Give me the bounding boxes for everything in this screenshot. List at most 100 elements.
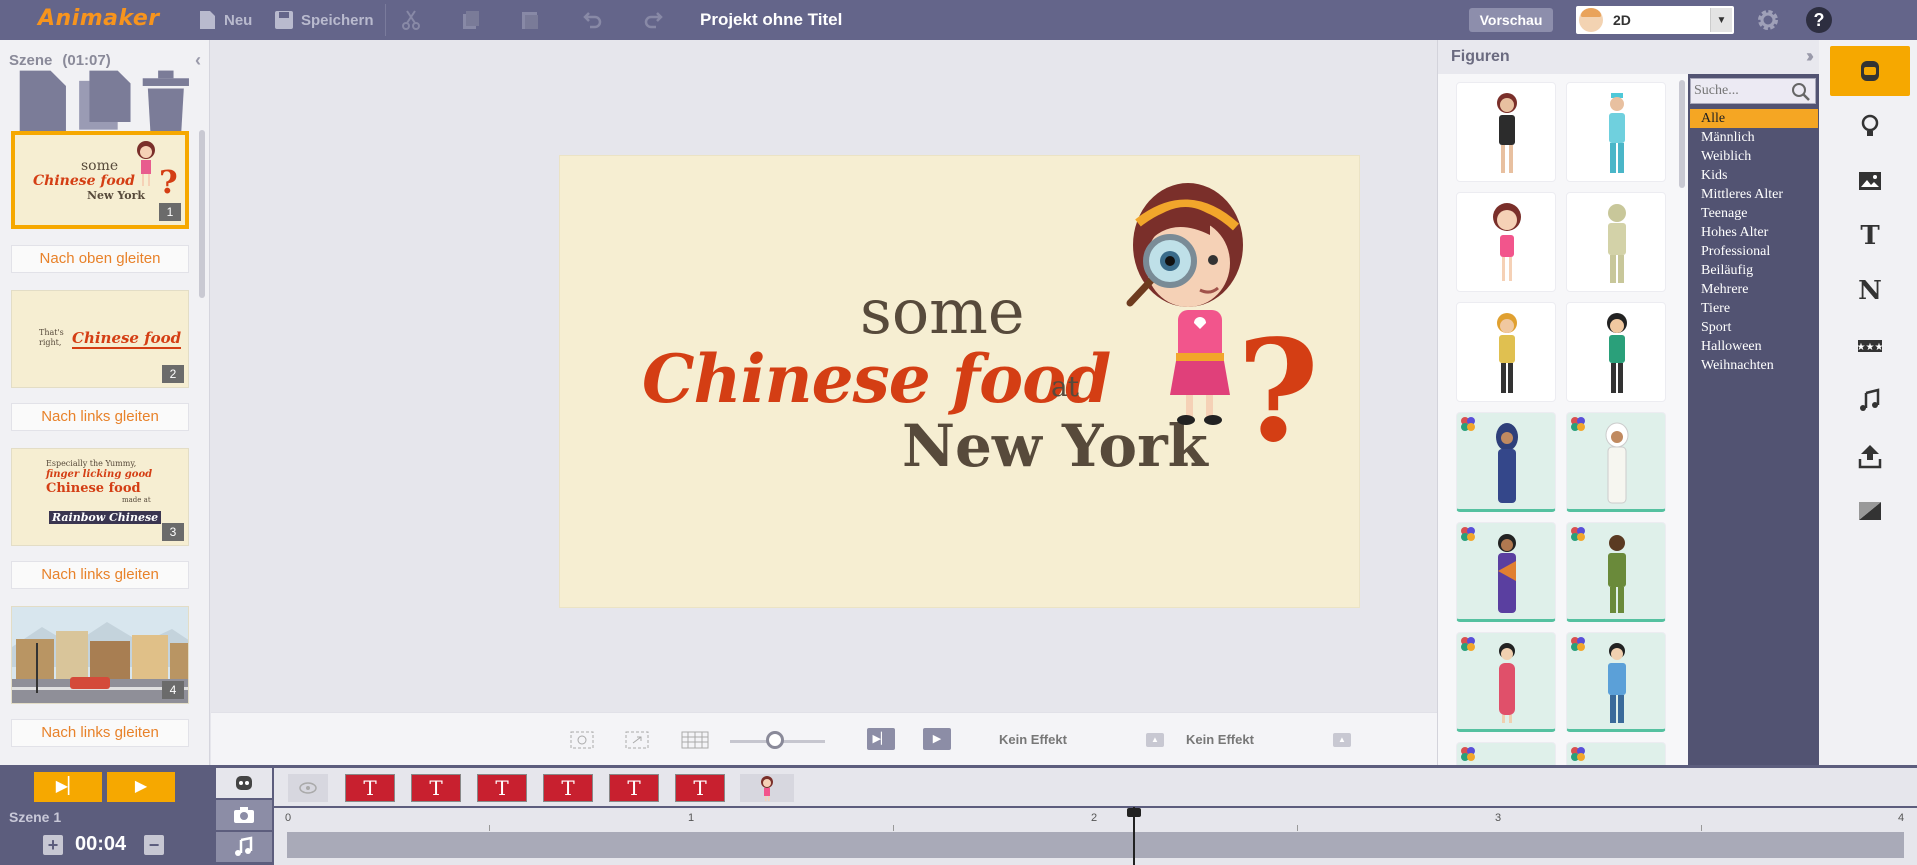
transition-button-3[interactable]: Nach links gleiten	[11, 561, 189, 589]
category-item-halloween[interactable]: Halloween	[1690, 337, 1818, 356]
tab-audio[interactable]	[216, 832, 272, 862]
detective-girl-character[interactable]	[1100, 175, 1250, 425]
tl-item-text[interactable]: T	[411, 774, 461, 802]
category-item-kids[interactable]: Kids	[1690, 166, 1818, 185]
tool-numbers[interactable]: N	[1830, 266, 1910, 316]
character-card[interactable]	[1456, 522, 1556, 622]
character-card[interactable]	[1566, 82, 1666, 182]
gear-icon[interactable]	[1755, 7, 1781, 33]
play-scene-from-start-button[interactable]: ▶▏	[34, 772, 102, 802]
scene-thumbnail-4[interactable]: 4	[11, 606, 189, 704]
character-card[interactable]	[1566, 522, 1666, 622]
zoom-slider-handle[interactable]	[766, 731, 784, 749]
cut-icon[interactable]	[400, 9, 422, 31]
category-item-beilaeufig[interactable]: Beiläufig	[1690, 261, 1818, 280]
category-item-weiblich[interactable]: Weiblich	[1690, 147, 1818, 166]
character-card[interactable]	[1456, 742, 1556, 765]
paste-icon[interactable]	[519, 9, 541, 31]
copy-icon[interactable]	[460, 9, 482, 31]
collapse-left-icon[interactable]: ‹	[195, 50, 201, 71]
project-title[interactable]: Projekt ohne Titel	[700, 10, 842, 30]
category-item-maennlich[interactable]: Männlich	[1690, 128, 1818, 147]
character-search[interactable]	[1690, 78, 1816, 104]
transition-button-2[interactable]: Nach links gleiten	[11, 403, 189, 431]
stage-text-chinese-food[interactable]: Chinese food	[642, 340, 1111, 418]
tool-text[interactable]: T	[1830, 211, 1910, 261]
tl-item-text[interactable]: T	[543, 774, 593, 802]
tab-camera[interactable]	[216, 800, 272, 830]
character-card[interactable]	[1566, 742, 1666, 765]
center-focus-icon[interactable]	[570, 731, 594, 749]
search-icon[interactable]	[1791, 82, 1811, 102]
enter-effect-label[interactable]: Kein Effekt	[999, 732, 1067, 747]
tl-item-character[interactable]	[740, 774, 794, 802]
decrease-duration-button[interactable]: −	[144, 835, 164, 855]
tool-characters[interactable]	[1830, 46, 1910, 96]
character-card[interactable]	[1456, 632, 1556, 732]
character-search-input[interactable]	[1691, 79, 1787, 103]
chevron-down-icon[interactable]: ▼	[1710, 8, 1732, 32]
mummy-character-icon	[1608, 204, 1626, 283]
tool-transitions[interactable]	[1830, 486, 1910, 536]
tool-backgrounds[interactable]	[1830, 156, 1910, 206]
tool-music[interactable]	[1830, 376, 1910, 426]
category-item-teenage[interactable]: Teenage	[1690, 204, 1818, 223]
transition-button-1[interactable]: Nach oben gleiten	[11, 245, 189, 273]
exit-effect-label[interactable]: Kein Effekt	[1186, 732, 1254, 747]
character-card[interactable]	[1456, 302, 1556, 402]
tl-item-text[interactable]: T	[675, 774, 725, 802]
play-from-start-icon[interactable]: ▶▏	[867, 728, 895, 750]
app-logo[interactable]: Animaker	[38, 6, 160, 31]
transition-button-4[interactable]: Nach links gleiten	[11, 719, 189, 747]
playhead[interactable]	[1133, 807, 1135, 865]
play-icon[interactable]: ▶	[923, 728, 951, 750]
character-card[interactable]	[1566, 302, 1666, 402]
character-card[interactable]	[1456, 412, 1556, 512]
tool-effects[interactable]: ★★★	[1830, 321, 1910, 371]
new-button[interactable]: Neu	[196, 8, 252, 32]
music-icon	[1860, 388, 1880, 411]
category-item-tiere[interactable]: Tiere	[1690, 299, 1818, 318]
category-item-professional[interactable]: Professional	[1690, 242, 1818, 261]
collapse-right-icon[interactable]: ››	[1806, 46, 1814, 67]
category-item-weihnachten[interactable]: Weihnachten	[1690, 356, 1818, 375]
category-item-mittleres-alter[interactable]: Mittleres Alter	[1690, 185, 1818, 204]
scene-thumbnail-3[interactable]: Especially the Yummy, finger licking goo…	[11, 448, 189, 546]
play-scene-button[interactable]: ▶	[107, 772, 175, 802]
character-card[interactable]	[1566, 412, 1666, 512]
tl-item-text[interactable]: T	[609, 774, 659, 802]
mode-select[interactable]: 2D ▼	[1576, 6, 1734, 34]
grid-icon[interactable]	[681, 731, 709, 749]
help-icon[interactable]: ?	[1806, 7, 1832, 33]
character-card[interactable]	[1456, 82, 1556, 182]
tab-objects[interactable]	[216, 768, 272, 798]
redo-icon[interactable]	[642, 9, 664, 31]
stage-text-at[interactable]: at	[1051, 370, 1079, 403]
preview-button[interactable]: Vorschau	[1469, 8, 1553, 32]
exit-effect-arrow-icon[interactable]: ▲	[1333, 733, 1351, 747]
undo-icon[interactable]	[582, 9, 604, 31]
character-card[interactable]	[1456, 192, 1556, 292]
timeline-duration-bar[interactable]	[287, 832, 1904, 858]
tl-item-background[interactable]	[288, 774, 328, 802]
category-item-alle[interactable]: Alle	[1690, 109, 1818, 128]
timeline-ruler[interactable]: 0 1 2 3 4	[274, 808, 1917, 865]
category-item-hohes-alter[interactable]: Hohes Alter	[1690, 223, 1818, 242]
category-item-sport[interactable]: Sport	[1690, 318, 1818, 337]
character-card[interactable]	[1566, 632, 1666, 732]
stage-text-some[interactable]: some	[860, 275, 1025, 348]
increase-duration-button[interactable]: +	[43, 835, 63, 855]
fit-screen-icon[interactable]	[625, 731, 649, 749]
scene-thumbnail-2[interactable]: That's right, Chinese food 2	[11, 290, 189, 388]
tool-props[interactable]	[1830, 101, 1910, 151]
scene-thumbnail-1[interactable]: some Chinese food New York ? 1	[11, 131, 189, 229]
scenes-scrollbar[interactable]	[199, 130, 205, 298]
characters-scrollbar[interactable]	[1679, 80, 1685, 188]
enter-effect-arrow-icon[interactable]: ▲	[1146, 733, 1164, 747]
tl-item-text[interactable]: T	[345, 774, 395, 802]
character-card[interactable]	[1566, 192, 1666, 292]
save-button[interactable]: Speichern	[273, 8, 374, 32]
tool-upload[interactable]	[1830, 431, 1910, 481]
tl-item-text[interactable]: T	[477, 774, 527, 802]
category-item-mehrere[interactable]: Mehrere	[1690, 280, 1818, 299]
